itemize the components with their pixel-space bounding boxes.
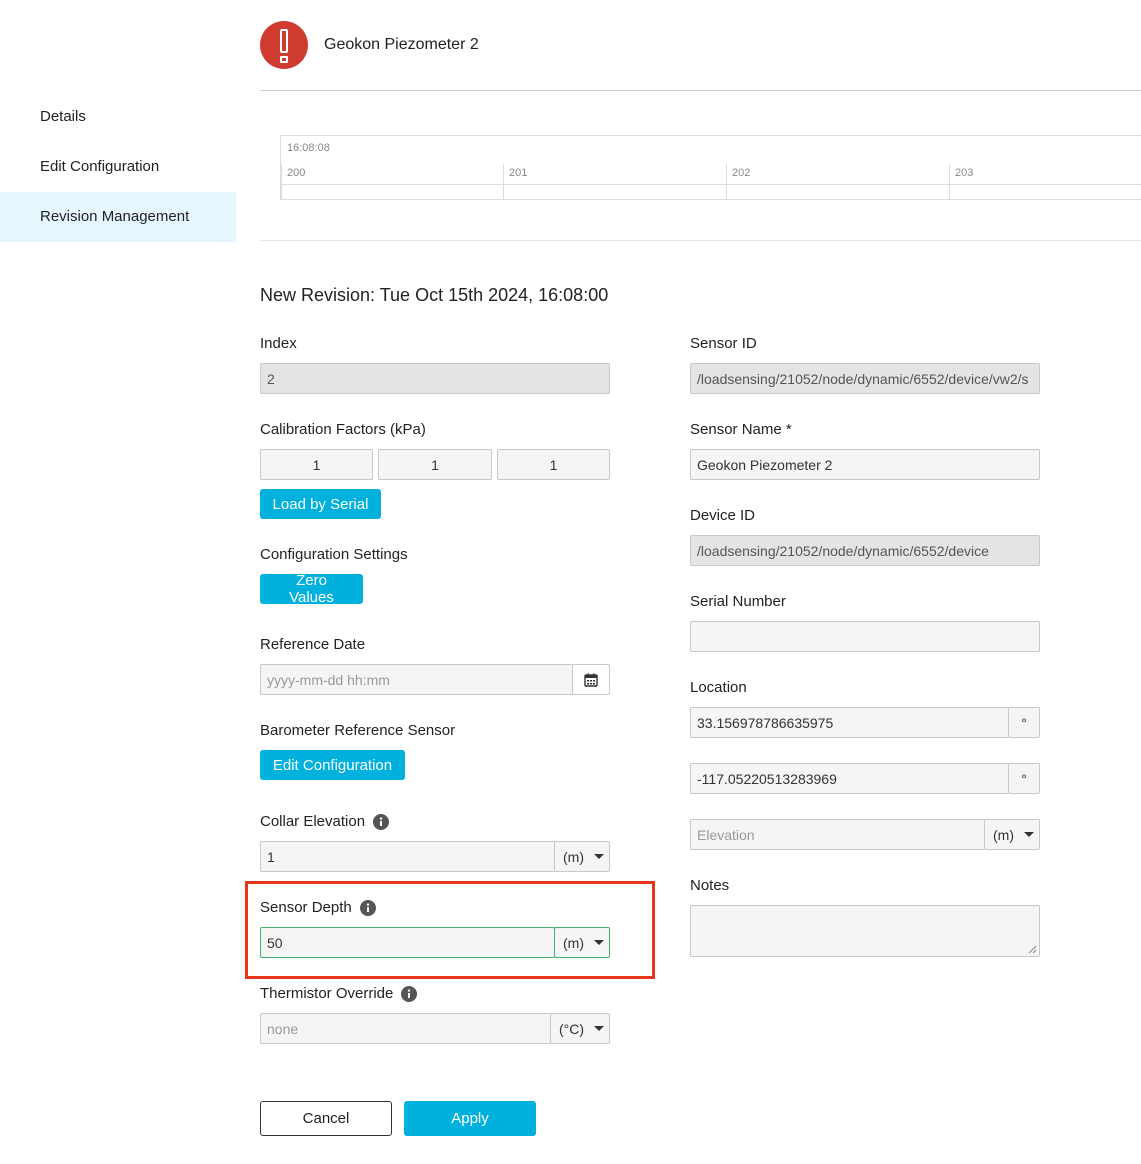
- calibration-label: Calibration Factors (kPa): [260, 421, 426, 438]
- info-icon[interactable]: [373, 813, 390, 830]
- device-id-field: /loadsensing/21052/node/dynamic/6552/dev…: [690, 535, 1040, 566]
- cancel-button[interactable]: Cancel: [260, 1101, 392, 1136]
- edit-configuration-button[interactable]: Edit Configuration: [260, 750, 405, 780]
- calendar-icon: [584, 673, 598, 687]
- timeline-tick: [503, 164, 504, 200]
- thermistor-override-label: Thermistor Override: [260, 985, 418, 1002]
- barometer-label: Barometer Reference Sensor: [260, 722, 456, 739]
- latitude-input[interactable]: 33.156978786635975: [690, 707, 1009, 738]
- timeline-tick-label: 203: [955, 167, 974, 179]
- thermistor-override-input[interactable]: none: [260, 1013, 551, 1044]
- timeline-tick-label: 201: [509, 167, 528, 179]
- sidebar: Details Edit Configuration Revision Mana…: [0, 92, 236, 242]
- timeline-axis: [281, 184, 1141, 185]
- calibration-factor-input[interactable]: 1: [260, 449, 373, 480]
- page-header: Geokon Piezometer 2: [260, 20, 479, 70]
- calibration-factor-input[interactable]: 1: [497, 449, 610, 480]
- sensor-depth-label: Sensor Depth: [260, 899, 376, 916]
- sensor-id-field: /loadsensing/21052/node/dynamic/6552/dev…: [690, 363, 1040, 394]
- calendar-button[interactable]: [572, 664, 610, 695]
- device-id-label: Device ID: [690, 507, 756, 524]
- notes-label: Notes: [690, 877, 730, 894]
- timeline-tick-label: 202: [732, 167, 751, 179]
- longitude-input[interactable]: -117.05220513283969: [690, 763, 1009, 794]
- sidebar-item-revision-management[interactable]: Revision Management: [0, 192, 236, 242]
- thermistor-unit-select[interactable]: (°C): [550, 1013, 610, 1044]
- caret-down-icon: [594, 940, 604, 945]
- calibration-factor-input[interactable]: 1: [378, 449, 492, 480]
- sidebar-item-label: Edit Configuration: [40, 158, 160, 175]
- divider: [260, 90, 1141, 91]
- elevation-input[interactable]: Elevation: [690, 819, 985, 850]
- serial-number-label: Serial Number: [690, 593, 786, 610]
- latitude-degree-addon: °: [1008, 707, 1040, 738]
- sidebar-item-edit-configuration[interactable]: Edit Configuration: [0, 142, 236, 192]
- location-label: Location: [690, 679, 747, 696]
- elevation-unit-select[interactable]: (m): [984, 819, 1040, 850]
- longitude-degree-addon: °: [1008, 763, 1040, 794]
- revision-timeline[interactable]: 16:08:08 200 201 202 203: [280, 135, 1141, 200]
- collar-elevation-label: Collar Elevation: [260, 813, 390, 830]
- index-field: 2: [260, 363, 610, 394]
- divider: [260, 240, 1141, 241]
- timeline-time: 16:08:08: [287, 142, 330, 154]
- caret-down-icon: [1024, 832, 1034, 837]
- sensor-name-label: Sensor Name *: [690, 421, 792, 438]
- timeline-tick: [949, 164, 950, 200]
- collar-elevation-input[interactable]: 1: [260, 841, 555, 872]
- reference-date-label: Reference Date: [260, 636, 366, 653]
- caret-down-icon: [594, 854, 604, 859]
- sidebar-item-details[interactable]: Details: [0, 92, 236, 142]
- reference-date-input[interactable]: yyyy-mm-dd hh:mm: [260, 664, 573, 695]
- sidebar-item-label: Details: [40, 108, 86, 125]
- index-label: Index: [260, 335, 297, 352]
- timeline-tick: [726, 164, 727, 200]
- load-by-serial-button[interactable]: Load by Serial: [260, 489, 381, 519]
- page-title: Geokon Piezometer 2: [324, 36, 479, 53]
- timeline-tick: [281, 164, 282, 200]
- caret-down-icon: [594, 1026, 605, 1031]
- notes-textarea[interactable]: [690, 905, 1040, 957]
- sensor-name-input[interactable]: Geokon Piezometer 2: [690, 449, 1040, 480]
- info-icon[interactable]: [359, 899, 376, 916]
- sensor-depth-input[interactable]: 50: [260, 927, 555, 958]
- configuration-settings-label: Configuration Settings: [260, 546, 408, 563]
- collar-elevation-unit-select[interactable]: (m): [554, 841, 610, 872]
- info-icon[interactable]: [401, 985, 418, 1002]
- sensor-id-label: Sensor ID: [690, 335, 757, 352]
- zero-values-button[interactable]: Zero Values: [260, 572, 363, 606]
- timeline-tick-label: 200: [287, 167, 306, 179]
- sensor-depth-unit-select[interactable]: (m): [554, 927, 610, 958]
- serial-number-input[interactable]: [690, 621, 1040, 652]
- revision-title: New Revision: Tue Oct 15th 2024, 16:08:0…: [260, 285, 609, 305]
- apply-button[interactable]: Apply: [404, 1101, 536, 1136]
- alert-icon: [260, 21, 308, 69]
- sidebar-item-label: Revision Management: [40, 208, 190, 225]
- resize-handle-icon[interactable]: [1028, 945, 1037, 954]
